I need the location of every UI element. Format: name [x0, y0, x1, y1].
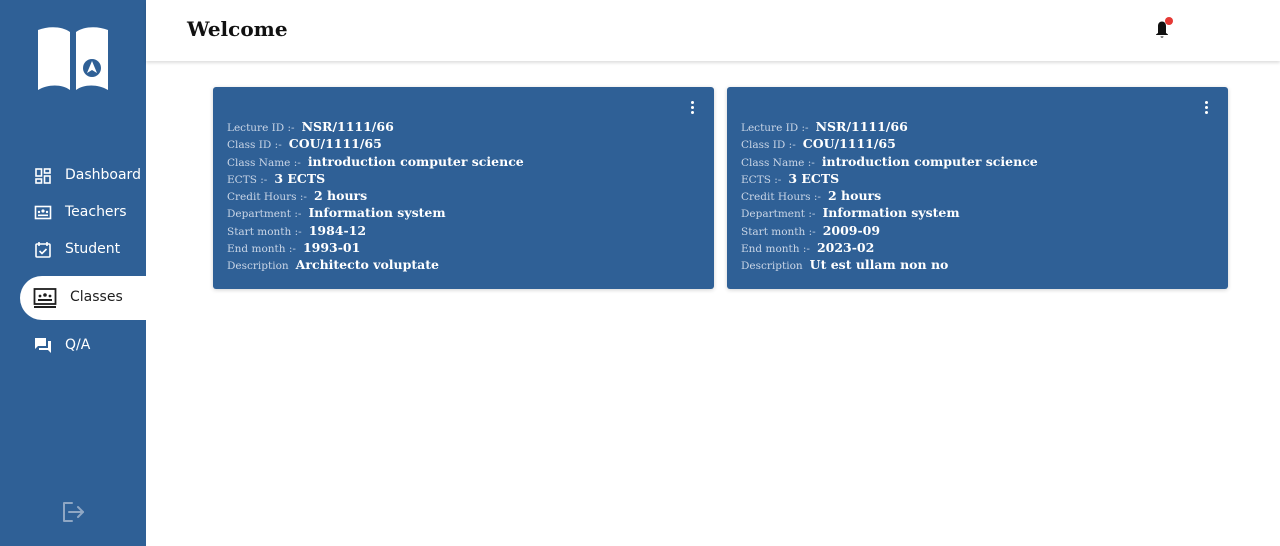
field-ects: ECTS :- 3 ECTS	[741, 171, 1038, 188]
class-details: Lecture ID :- NSR/1111/66 Class ID :- CO…	[741, 119, 1038, 275]
field-label: Department :-	[741, 208, 816, 221]
notification-dot	[1165, 17, 1173, 25]
field-label: Start month :-	[741, 225, 816, 238]
more-options-icon[interactable]	[688, 100, 698, 116]
more-options-icon[interactable]	[1202, 100, 1212, 116]
field-end-month: End month :- 1993-01	[227, 240, 524, 257]
field-credit-hours: Credit Hours :- 2 hours	[227, 188, 524, 205]
field-value: introduction computer science	[821, 153, 1038, 169]
field-label: Description	[227, 260, 289, 273]
sidebar-item-label: Teachers	[65, 204, 127, 220]
field-class-name: Class Name :- introduction computer scie…	[227, 154, 524, 171]
field-ects: ECTS :- 3 ECTS	[227, 171, 524, 188]
sidebar-item-label: Q/A	[65, 337, 91, 353]
class-card[interactable]: Lecture ID :- NSR/1111/66 Class ID :- CO…	[727, 87, 1228, 289]
logout-icon[interactable]	[60, 500, 86, 524]
field-end-month: End month :- 2023-02	[741, 240, 1038, 257]
field-start-month: Start month :- 1984-12	[227, 223, 524, 240]
sidebar-item-student[interactable]: Student	[0, 232, 146, 268]
field-description: Description Ut est ullam non no	[741, 257, 1038, 274]
field-label: Class Name :-	[741, 156, 815, 169]
qa-icon	[35, 338, 51, 353]
class-details: Lecture ID :- NSR/1111/66 Class ID :- CO…	[227, 119, 524, 275]
field-class-id: Class ID :- COU/1111/65	[741, 136, 1038, 153]
teachers-icon	[34, 205, 52, 220]
field-label: Lecture ID :-	[227, 122, 295, 134]
field-label: ECTS :-	[227, 173, 268, 186]
field-value: 2 hours	[313, 188, 368, 204]
field-label: End month :-	[227, 243, 296, 256]
field-value: 3 ECTS	[788, 170, 840, 186]
field-credit-hours: Credit Hours :- 2 hours	[741, 188, 1038, 205]
field-value: Ut est ullam non no	[809, 257, 949, 273]
field-class-id: Class ID :- COU/1111/65	[227, 136, 524, 153]
field-lecture-id: Lecture ID :- NSR/1111/66	[227, 119, 524, 136]
class-card[interactable]: Lecture ID :- NSR/1111/66 Class ID :- CO…	[213, 87, 714, 289]
field-value: introduction computer science	[307, 153, 524, 169]
sidebar-item-dashboard[interactable]: Dashboard	[0, 158, 146, 194]
field-label: ECTS :-	[741, 173, 782, 186]
field-label: Description	[741, 260, 803, 273]
field-value: 1993-01	[302, 240, 361, 256]
field-value: COU/1111/65	[288, 136, 382, 152]
field-department: Department :- Information system	[741, 205, 1038, 222]
field-lecture-id: Lecture ID :- NSR/1111/66	[741, 119, 1038, 136]
sidebar-item-classes[interactable]: Classes	[20, 276, 146, 320]
field-value: 2 hours	[827, 188, 882, 204]
field-value: Information system	[822, 205, 960, 221]
sidebar-item-label: Classes	[70, 289, 123, 305]
field-start-month: Start month :- 2009-09	[741, 223, 1038, 240]
field-value: Architecto voluptate	[295, 257, 439, 273]
top-header: Welcome	[146, 0, 1280, 61]
field-label: Class Name :-	[227, 156, 301, 169]
student-icon	[35, 242, 51, 258]
sidebar-item-label: Student	[65, 241, 121, 257]
field-label: Credit Hours :-	[227, 191, 307, 204]
field-department: Department :- Information system	[227, 205, 524, 222]
field-description: Description Architecto voluptate	[227, 257, 524, 274]
field-value: 2023-02	[816, 240, 875, 256]
page-title: Welcome	[187, 17, 288, 41]
sidebar-item-qa[interactable]: Q/A	[0, 328, 146, 364]
sidebar-item-label: Dashboard	[65, 167, 141, 183]
field-label: End month :-	[741, 243, 810, 256]
field-value: COU/1111/65	[802, 136, 896, 152]
book-logo-icon[interactable]	[36, 26, 110, 92]
classes-icon	[33, 288, 57, 308]
dashboard-icon	[35, 168, 51, 184]
field-label: Class ID :-	[227, 139, 282, 152]
field-label: Start month :-	[227, 225, 302, 238]
sidebar: Dashboard Teachers Student Classes Q/A	[0, 0, 146, 546]
field-label: Lecture ID :-	[741, 122, 809, 134]
field-label: Department :-	[227, 208, 302, 221]
field-value: NSR/1111/66	[301, 119, 394, 134]
field-value: Information system	[308, 205, 446, 221]
notification-bell-icon[interactable]	[1151, 16, 1173, 40]
field-label: Class ID :-	[741, 139, 796, 152]
field-value: 2009-09	[822, 222, 881, 238]
field-value: NSR/1111/66	[815, 119, 908, 134]
field-class-name: Class Name :- introduction computer scie…	[741, 154, 1038, 171]
sidebar-item-teachers[interactable]: Teachers	[0, 195, 146, 231]
app-root: Dashboard Teachers Student Classes Q/A W…	[0, 0, 1280, 546]
field-value: 3 ECTS	[274, 170, 326, 186]
field-value: 1984-12	[308, 222, 367, 238]
field-label: Credit Hours :-	[741, 191, 821, 204]
